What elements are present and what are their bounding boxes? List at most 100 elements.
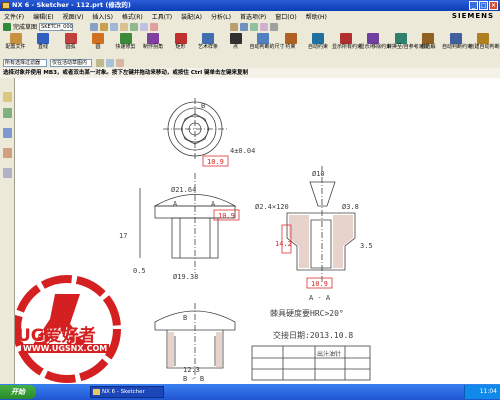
sketch-tools-toolbar: 配置文件 直线 圆弧 圆 快速修剪 制作拐角 矩形 艺术样条 点 自动判断的尺寸 约束 自动约束 显示所… (0, 32, 500, 59)
sketch-tool-2[interactable]: 圆弧 (57, 33, 84, 51)
watermark-logo-text: UG爱好者 (17, 326, 96, 346)
shaded-icon[interactable] (230, 22, 238, 31)
maximize-button[interactable]: □ (479, 1, 488, 10)
menu-item-9[interactable]: 窗口(O) (275, 12, 296, 21)
update-model-icon[interactable] (110, 22, 118, 31)
sketch-tool-17[interactable]: 创建自动判断约束 (470, 33, 500, 51)
part-navigator-icon[interactable] (3, 108, 12, 118)
filter-reset-icon[interactable] (106, 59, 114, 67)
snap-point-icon[interactable] (116, 59, 124, 67)
dim-text-3: 10.9 (218, 212, 235, 220)
sketch-tool-label: 艺术样条 (197, 44, 218, 50)
sketch-tool-14[interactable]: 转换至/自参考对象 (387, 33, 429, 51)
sketch-tool-icon-10 (284, 33, 297, 44)
menu-item-0[interactable]: 文件(F) (4, 12, 24, 21)
sketch-tool-9[interactable]: 自动判断的尺寸 (249, 33, 285, 51)
sketch-tool-label: 显示/移除约束 (359, 44, 392, 50)
window-controls: _ □ × (469, 1, 498, 10)
sketch-tool-7[interactable]: 艺术样条 (195, 33, 222, 51)
note-date: 交接日期:2013.10.8 (273, 330, 353, 340)
reattach-icon[interactable] (100, 22, 108, 31)
watermark-url: WWW.UGSNX.COM (21, 344, 110, 353)
sketch-tool-15[interactable]: 备选解 (415, 33, 442, 51)
sketch-tool-label: 快速修剪 (115, 44, 136, 50)
sketch-tool-11[interactable]: 自动约束 (305, 33, 332, 51)
note-hardness: 棘具硬度要HRC>20° (270, 308, 344, 318)
selection-filter-select[interactable]: 所有选择过滤器 (3, 59, 47, 67)
section-icon[interactable] (270, 22, 278, 31)
sketch-tool-icon-1 (37, 33, 49, 44)
menu-item-8[interactable]: 首选项(P) (240, 12, 266, 21)
pan-icon[interactable] (140, 22, 148, 31)
menu-item-3[interactable]: 插入(S) (92, 12, 113, 21)
label-b-b: B - B (183, 375, 204, 383)
web-browser-icon[interactable] (3, 148, 12, 158)
sketch-tool-1[interactable]: 直线 (30, 33, 57, 51)
menu-item-7[interactable]: 分析(L) (211, 12, 231, 21)
sketch-tool-icon-11 (312, 33, 324, 44)
history-icon[interactable] (3, 128, 12, 138)
menu-item-4[interactable]: 格式(R) (122, 12, 143, 21)
sketch-tool-icon-15 (422, 33, 434, 44)
sketch-tool-5[interactable]: 制作拐角 (140, 33, 167, 51)
nx-app-icon (2, 2, 10, 9)
sketch-tool-3[interactable]: 圆 (85, 33, 112, 51)
minimize-button[interactable]: _ (469, 1, 478, 10)
layer-icon[interactable] (250, 22, 258, 31)
sketch-tool-label: 自动判断的尺寸 (249, 44, 285, 50)
dim-text-9: 10.9 (311, 280, 328, 288)
render-tools (230, 22, 278, 31)
sketch-tool-8[interactable]: 点 (222, 33, 249, 51)
selection-scope-select[interactable]: 仅在活动草图内 (50, 59, 92, 67)
menu-item-6[interactable]: 装配(A) (181, 12, 202, 21)
fit-icon[interactable] (120, 22, 128, 31)
sketch-tool-13[interactable]: 显示/移除约束 (359, 33, 392, 51)
sketch-tool-label: 配置文件 (5, 44, 26, 50)
start-button[interactable]: 开始 (0, 385, 36, 399)
zoom-icon[interactable] (130, 22, 138, 31)
finish-sketch-icon[interactable] (3, 22, 11, 31)
rotate-icon[interactable] (150, 22, 158, 31)
wireframe-icon[interactable] (240, 22, 248, 31)
resource-bar (0, 78, 15, 384)
snap-icon[interactable] (260, 22, 268, 31)
sketch-name-select[interactable]: SKETCH_000 (39, 22, 74, 31)
sketch-tool-label: 自动判断约束 (442, 44, 473, 50)
assembly-navigator-icon[interactable] (3, 92, 12, 102)
sketch-tool-6[interactable]: 矩形 (167, 33, 194, 51)
sketch-tool-label: 显示所有约束 (332, 44, 363, 50)
label-b: B (183, 314, 187, 322)
dim-text-10: 3.5 (360, 242, 373, 250)
taskbar: 开始 NX 6 - Sketcher 11:04 (0, 384, 500, 400)
sketch-tool-4[interactable]: 快速修剪 (112, 33, 139, 51)
graphics-window[interactable]: 10.9 Ø21.64 10.9 Ø19.38 12.3 Ø10 Ø2.4×12… (15, 78, 500, 384)
menu-item-10[interactable]: 帮助(H) (306, 12, 327, 21)
sketch-tool-label: 圆弧 (65, 44, 76, 50)
label-b-top: B (201, 102, 205, 110)
finish-sketch-button[interactable]: 完成草图 (13, 22, 37, 31)
orient-view-icon[interactable] (90, 22, 98, 31)
menu-items: 文件(F) 编辑(E) 视图(V) 插入(S) 格式(R) 工具(T) 装配(A) 分析(L)… (4, 12, 327, 21)
hatch-b-left (168, 332, 174, 367)
sketch-tool-icon-13 (367, 33, 379, 44)
sketch-tool-0[interactable]: 配置文件 (2, 33, 29, 51)
taskbar-app-button[interactable]: NX 6 - Sketcher (90, 386, 164, 398)
sketch-tool-icon-0 (9, 33, 22, 44)
dim-text-14: 4±0.04 (230, 147, 255, 155)
close-button[interactable]: × (489, 1, 498, 10)
menu-item-2[interactable]: 视图(V) (63, 12, 84, 21)
select-all-icon[interactable] (96, 59, 104, 67)
sketch-tool-label: 圆 (95, 44, 101, 50)
sketch-tool-label: 转换至/自参考对象 (387, 44, 429, 50)
sketch-tool-10[interactable]: 约束 (277, 33, 304, 51)
sketch-tool-icon-7 (202, 33, 214, 44)
taskbar-app-label: NX 6 - Sketcher (102, 389, 145, 395)
roles-icon[interactable] (3, 168, 12, 178)
sketch-tool-label: 自动约束 (307, 44, 328, 50)
menu-item-1[interactable]: 编辑(E) (33, 12, 53, 21)
system-tray: 11:04 (464, 385, 500, 399)
menu-item-5[interactable]: 工具(T) (152, 12, 172, 21)
dim-text-7: Ø2.4×120 (255, 203, 289, 211)
sketch-tool-12[interactable]: 显示所有约束 (332, 33, 363, 51)
sketch-tool-16[interactable]: 自动判断约束 (442, 33, 473, 51)
